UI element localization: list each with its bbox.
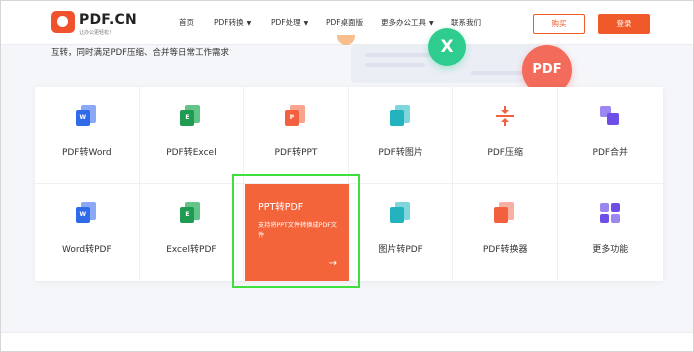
tool-card-1[interactable]: E PDF转Excel	[139, 87, 245, 184]
tool-label: PDF转图片	[378, 148, 423, 158]
hero-description: 互转，同时满足PDF压缩、合并等日常工作需求	[51, 48, 230, 58]
tool-card-4[interactable]: PDF压缩	[453, 87, 558, 184]
tool-card-0[interactable]: W PDF转Word	[35, 87, 140, 184]
tool-card-9[interactable]: 图片转PDF	[349, 184, 454, 281]
icon-front-shape: P	[284, 110, 299, 126]
tool-label: PDF转Excel	[166, 148, 217, 158]
tool-card-6[interactable]: W Word转PDF	[35, 184, 140, 281]
nav-pdf-process[interactable]: PDF处理 ▼	[271, 17, 308, 28]
icon-front-shape	[389, 110, 404, 126]
image-icon	[389, 105, 412, 127]
tool-label: PDF合并	[592, 148, 629, 158]
nav-home[interactable]: 首页	[179, 17, 194, 28]
logo-icon[interactable]	[51, 11, 75, 33]
caret-down-icon: ▼	[429, 20, 434, 27]
icon-shape	[600, 214, 610, 223]
icon-front-shape: E	[180, 110, 195, 126]
icon-shape	[496, 115, 515, 117]
icon-shape	[611, 214, 621, 223]
compress-icon	[494, 105, 516, 127]
card-description: 支持将PPT文件转换成PDF文件	[258, 222, 337, 239]
icon-shape	[611, 203, 621, 212]
login-button[interactable]: 登录	[598, 14, 650, 34]
logo-subtitle: 让办公更轻松！	[79, 30, 115, 36]
word-icon: W	[75, 105, 98, 127]
tool-label: PDF压缩	[487, 148, 523, 158]
icon-front-shape	[494, 207, 509, 223]
tool-label: 图片转PDF	[378, 245, 423, 255]
nav-label: 首页	[179, 18, 194, 27]
icon-shape	[501, 118, 510, 122]
caret-down-icon: ▼	[246, 20, 252, 27]
tool-card-2[interactable]: P PDF转PPT	[244, 87, 349, 184]
grid-icon	[599, 202, 621, 224]
tool-label: 更多功能	[592, 245, 629, 255]
bottom-strip	[1, 332, 693, 351]
tool-label: PDF转PPT	[274, 148, 318, 158]
caret-down-icon: ▼	[303, 20, 309, 27]
icon-front-shape	[389, 207, 404, 223]
nav-pdf-convert[interactable]: PDF转换 ▼	[214, 17, 251, 28]
icon-shape	[600, 203, 610, 212]
tool-label: Excel转PDF	[166, 245, 217, 255]
tool-card-5[interactable]: PDF合并	[558, 87, 663, 184]
icon-front-shape: W	[75, 207, 90, 223]
merge-icon	[599, 105, 621, 127]
icon-shape	[607, 113, 620, 125]
tool-card-11[interactable]: 更多功能	[558, 184, 663, 281]
icon-front-shape: W	[75, 110, 90, 126]
tool-label: Word转PDF	[61, 245, 112, 255]
nav-more-tools[interactable]: 更多办公工具 ▼	[381, 17, 434, 28]
buy-button[interactable]: 购买	[533, 14, 585, 34]
nav-label: PDF处理	[271, 18, 301, 27]
nav-label: PDF桌面版	[326, 18, 364, 27]
tool-card-3[interactable]: PDF转图片	[348, 87, 454, 184]
tool-label: PDF转Word	[61, 148, 112, 158]
illustration-line	[365, 63, 425, 67]
logo-title[interactable]: PDF.CN	[79, 12, 137, 28]
tool-card-7[interactable]: E Excel转PDF	[140, 184, 245, 281]
excel-icon: E	[180, 202, 202, 224]
nav-contact[interactable]: 联系我们	[451, 17, 481, 28]
image-icon	[389, 202, 412, 224]
ppt-icon: P	[284, 105, 307, 127]
nav-label: 联系我们	[451, 18, 481, 27]
nav-label: 更多办公工具	[381, 18, 426, 27]
tool-card-10[interactable]: PDF转换器	[453, 184, 558, 281]
nav-pdf-desktop[interactable]: PDF桌面版	[326, 17, 363, 28]
ppt-to-pdf-card[interactable]: PPT转PDF 支持将PPT文件转换成PDF文件 →	[245, 184, 349, 281]
excel-icon: E	[180, 105, 202, 127]
converter-icon	[494, 202, 516, 224]
icon-front-shape: E	[180, 207, 195, 223]
excel-badge-icon: X	[428, 28, 466, 66]
icon-shape	[501, 110, 510, 114]
arrow-right-icon[interactable]: →	[329, 258, 337, 269]
tool-label: PDF转换器	[482, 245, 528, 255]
card-title: PPT转PDF	[258, 202, 304, 213]
word-icon: W	[75, 202, 98, 224]
nav-label: PDF转换	[214, 18, 244, 27]
